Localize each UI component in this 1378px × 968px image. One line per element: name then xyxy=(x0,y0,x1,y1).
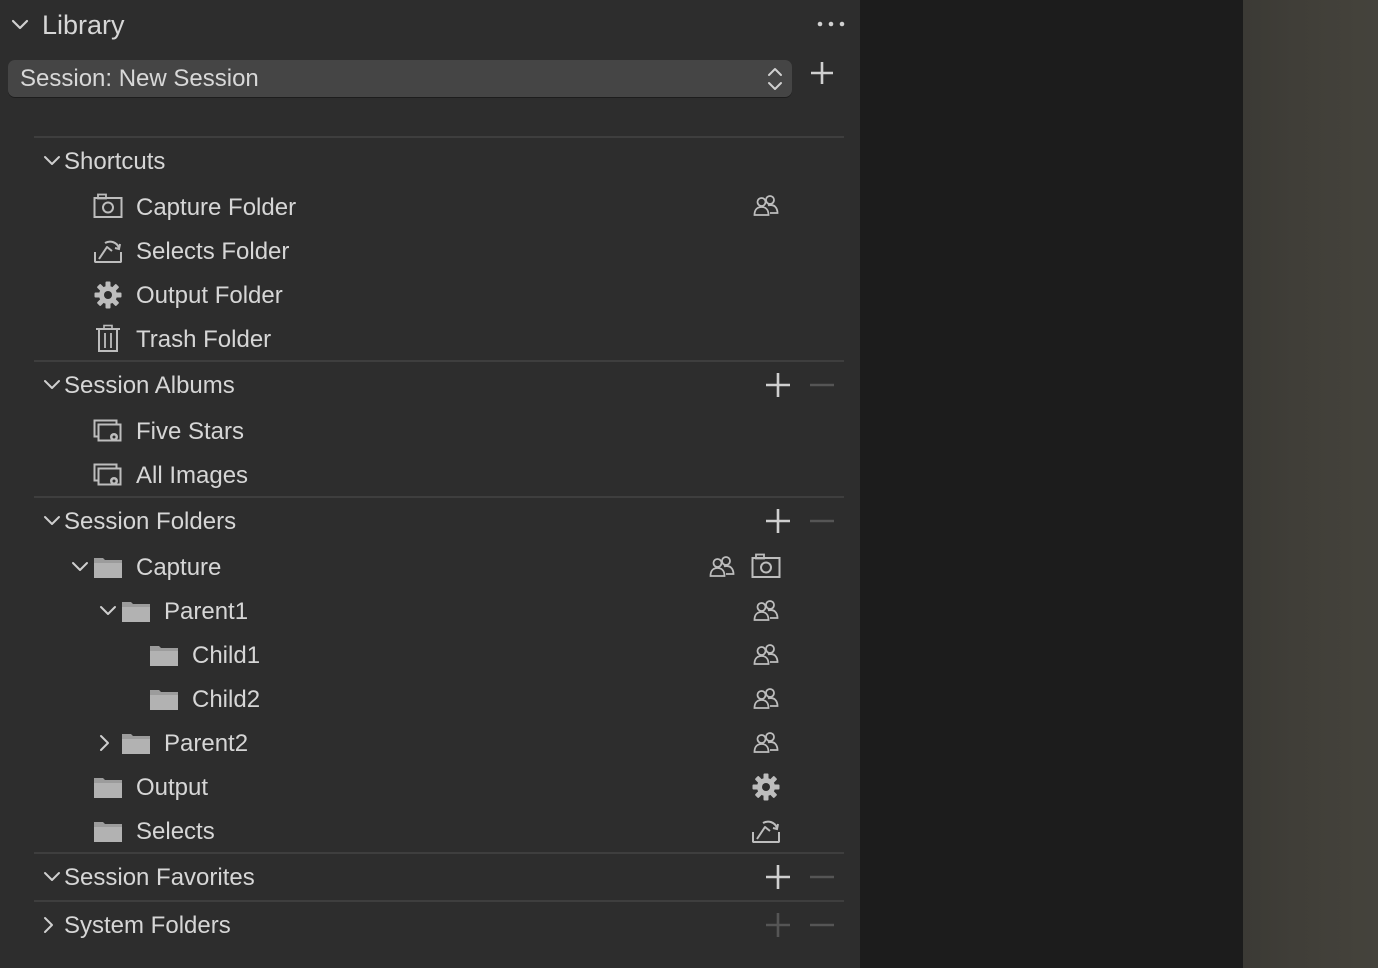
folder-parent2[interactable]: Parent2 xyxy=(164,729,248,759)
folder-output[interactable]: Output xyxy=(136,773,208,803)
chevron-down-icon[interactable] xyxy=(42,152,62,170)
folder-icon xyxy=(93,775,123,799)
folder-icon xyxy=(121,599,151,623)
folder-parent1[interactable]: Parent1 xyxy=(164,597,248,627)
shortcut-capture-folder[interactable]: Capture Folder xyxy=(136,193,296,223)
ellipsis-icon[interactable] xyxy=(817,20,845,28)
remove-favorite-button[interactable] xyxy=(809,875,835,879)
divider xyxy=(34,852,844,854)
session-select-value: Session: New Session xyxy=(20,65,259,92)
camera-folder-icon xyxy=(93,193,123,219)
section-title-session-albums[interactable]: Session Albums xyxy=(64,371,235,401)
folder-icon xyxy=(121,731,151,755)
smart-album-icon xyxy=(93,463,123,489)
chevron-right-icon[interactable] xyxy=(97,733,111,753)
gear-icon xyxy=(94,281,122,309)
shortcut-selects-folder[interactable]: Selects Folder xyxy=(136,237,289,267)
users-icon xyxy=(753,194,779,218)
shortcut-trash-folder[interactable]: Trash Folder xyxy=(136,325,271,355)
gear-icon xyxy=(752,773,780,801)
chevron-down-icon[interactable] xyxy=(42,376,62,394)
chevron-down-icon[interactable] xyxy=(98,602,118,620)
section-title-shortcuts[interactable]: Shortcuts xyxy=(64,147,165,177)
remove-album-button[interactable] xyxy=(809,383,835,387)
library-panel: Library Session: New Session Shortcuts C… xyxy=(0,0,860,968)
users-icon xyxy=(709,555,735,579)
section-title-system-folders[interactable]: System Folders xyxy=(64,911,231,941)
camera-icon xyxy=(751,553,781,579)
section-title-session-favorites[interactable]: Session Favorites xyxy=(64,863,255,893)
selects-icon xyxy=(751,818,781,844)
remove-system-folder-button[interactable] xyxy=(809,923,835,927)
chevron-down-icon[interactable] xyxy=(70,558,90,576)
tool-title: Library xyxy=(42,10,125,40)
shortcut-output-folder[interactable]: Output Folder xyxy=(136,281,283,311)
trash-icon xyxy=(95,324,121,352)
chevron-right-icon[interactable] xyxy=(42,915,56,935)
folder-icon xyxy=(149,643,179,667)
chevron-down-icon[interactable] xyxy=(42,512,62,530)
chevron-down-icon[interactable] xyxy=(10,15,30,35)
folder-capture[interactable]: Capture xyxy=(136,553,221,583)
chevron-down-icon[interactable] xyxy=(42,868,62,886)
divider xyxy=(34,496,844,498)
folder-child1[interactable]: Child1 xyxy=(192,641,260,671)
add-folder-button[interactable] xyxy=(765,508,791,534)
users-icon xyxy=(753,687,779,711)
add-album-button[interactable] xyxy=(765,372,791,398)
users-icon xyxy=(753,599,779,623)
folder-selects[interactable]: Selects xyxy=(136,817,215,847)
folder-icon xyxy=(93,819,123,843)
divider xyxy=(34,136,844,138)
section-title-session-folders[interactable]: Session Folders xyxy=(64,507,236,537)
add-favorite-button[interactable] xyxy=(765,864,791,890)
image-preview[interactable] xyxy=(1243,0,1378,968)
smart-album-icon xyxy=(93,419,123,445)
add-system-folder-button[interactable] xyxy=(765,912,791,938)
album-five-stars[interactable]: Five Stars xyxy=(136,417,244,447)
folder-icon xyxy=(149,687,179,711)
up-down-arrows-icon xyxy=(766,65,784,93)
users-icon xyxy=(753,731,779,755)
folder-child2[interactable]: Child2 xyxy=(192,685,260,715)
album-all-images[interactable]: All Images xyxy=(136,461,248,491)
remove-folder-button[interactable] xyxy=(809,519,835,523)
selects-folder-icon xyxy=(93,238,123,264)
viewer-area[interactable] xyxy=(860,0,1243,968)
add-session-button[interactable] xyxy=(809,60,835,86)
divider xyxy=(34,900,844,902)
session-select[interactable]: Session: New Session xyxy=(8,60,792,97)
folder-icon xyxy=(93,555,123,579)
divider xyxy=(34,360,844,362)
users-icon xyxy=(753,643,779,667)
